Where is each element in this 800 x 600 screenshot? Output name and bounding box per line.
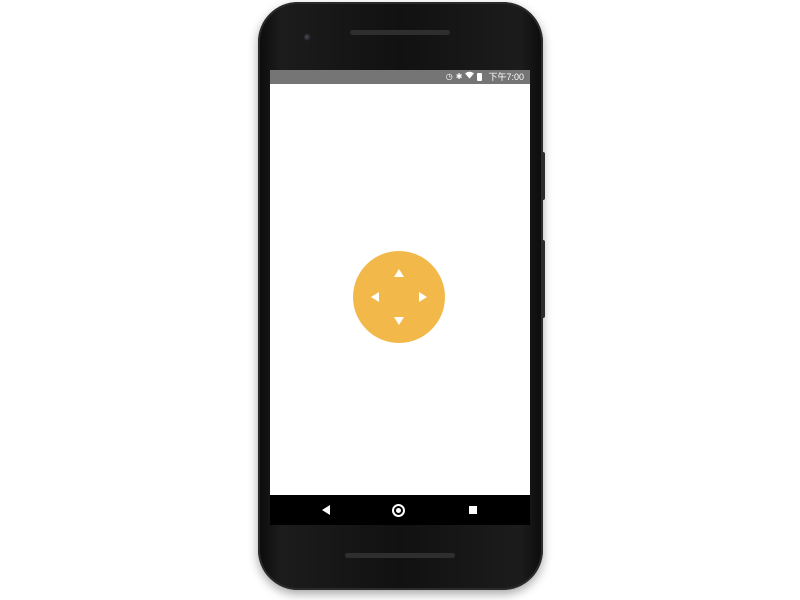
status-time: 下午7:00 [488,72,524,82]
earpiece-speaker [350,30,450,35]
recents-icon[interactable] [469,506,477,514]
alarm-icon: ◷ [445,72,453,81]
status-bar: ◷ ✱ 下午7:00 [270,70,530,84]
dpad-control[interactable] [353,251,445,343]
arrow-down-icon[interactable] [394,317,404,325]
battery-icon [477,73,483,81]
arrow-right-icon[interactable] [419,292,427,302]
back-icon[interactable] [322,505,330,515]
volume-button [541,240,545,318]
wifi-icon [465,70,475,84]
navigation-bar [270,495,530,525]
app-content [270,84,530,495]
arrow-up-icon[interactable] [394,269,404,277]
front-camera [304,34,311,41]
device-frame-stage: ◷ ✱ 下午7:00 [0,0,800,600]
bluetooth-icon: ✱ [455,72,463,81]
home-icon[interactable] [392,504,405,517]
power-button [541,152,545,200]
arrow-left-icon[interactable] [371,292,379,302]
phone-screen: ◷ ✱ 下午7:00 [270,70,530,525]
bottom-speaker [345,553,455,558]
